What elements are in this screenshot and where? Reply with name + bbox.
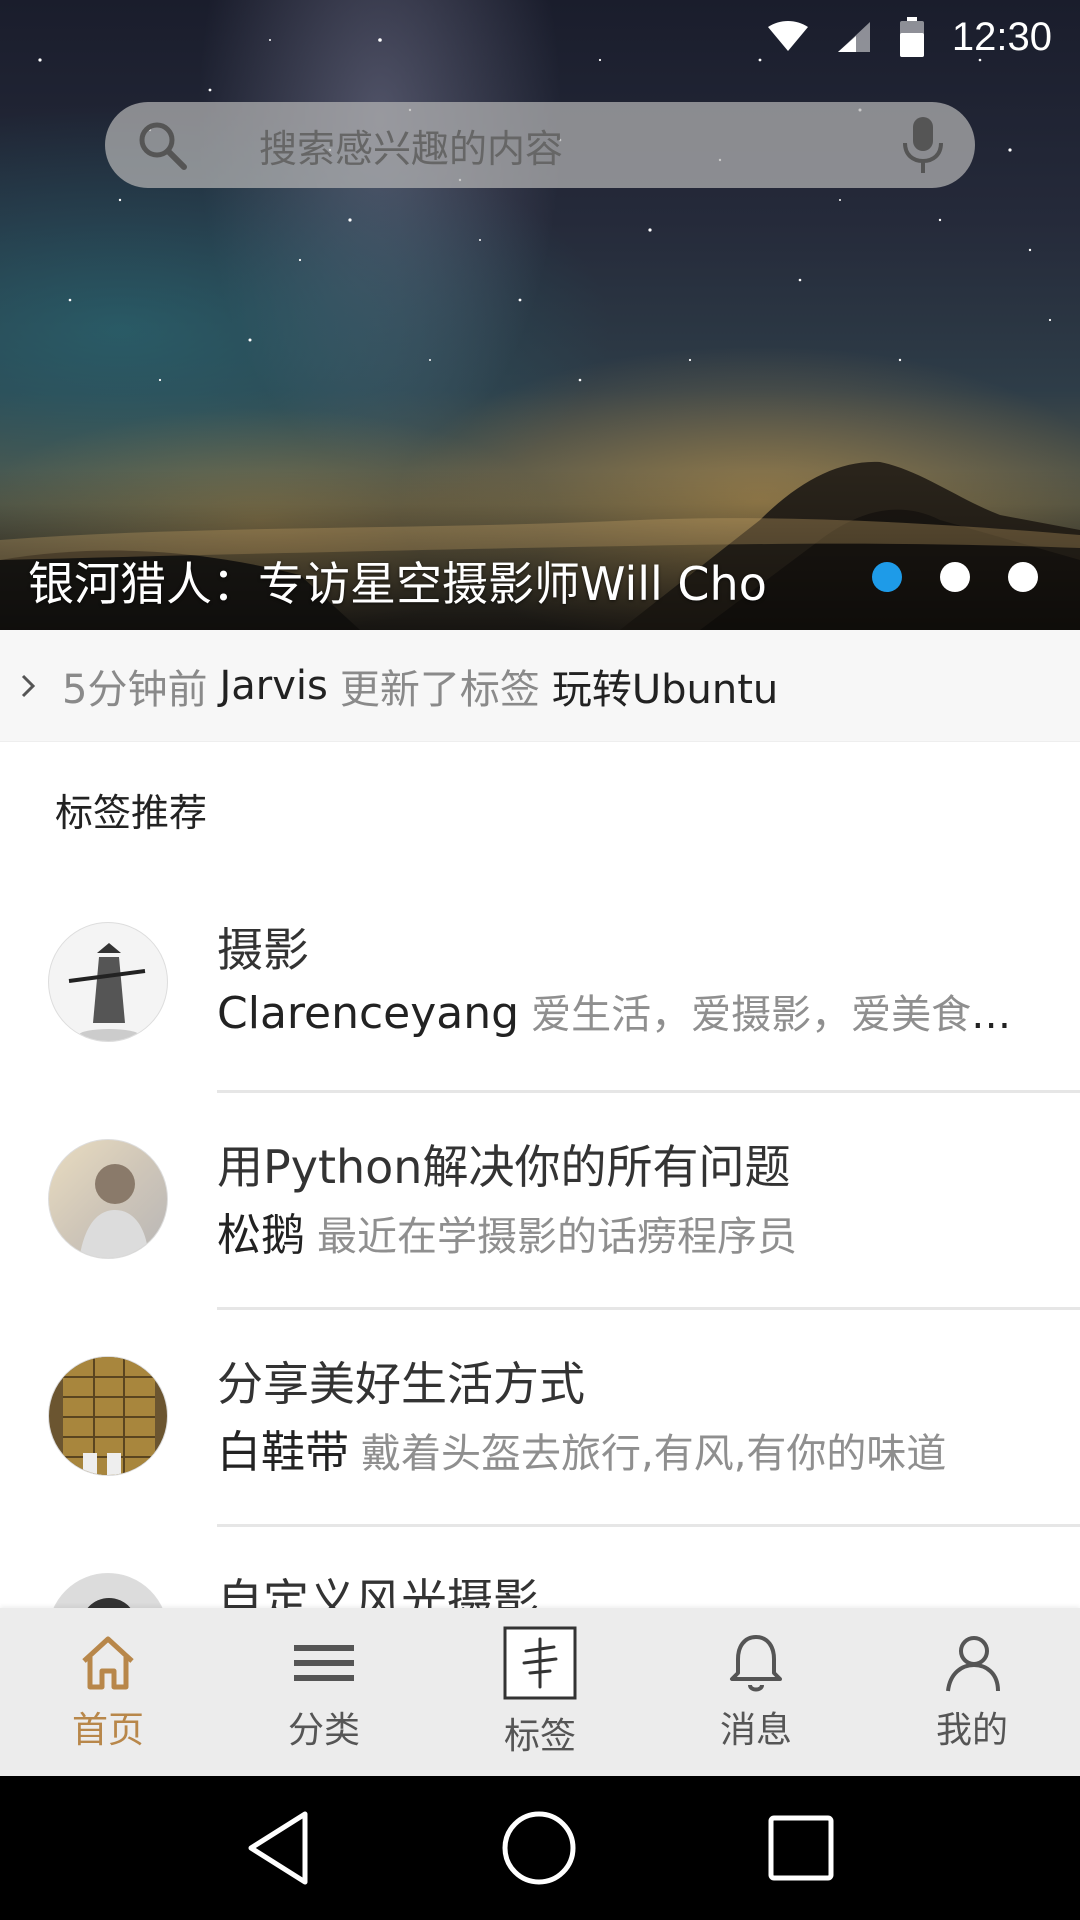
tag-author-bio: 戴着头盔去旅行,有风,有你的味道 xyxy=(361,1431,947,1477)
featured-banner[interactable]: 12:30 搜索感兴趣的内容 银河猎人：专访星空摄影师Will Cho xyxy=(0,0,1080,630)
tag-title: 摄影 xyxy=(217,923,309,977)
divider xyxy=(217,1307,1080,1310)
nav-label: 标签 xyxy=(503,1716,576,1757)
section-title: 标签推荐 xyxy=(55,791,208,835)
carousel-indicator xyxy=(872,562,1038,592)
search-icon xyxy=(139,122,187,170)
chevron-right-icon xyxy=(21,674,36,697)
list-item[interactable]: 用Python解决你的所有问题 松鹅 最近在学摄影的话痨程序员 xyxy=(0,1107,1080,1324)
home-circle-icon[interactable] xyxy=(499,1808,579,1888)
carousel-dot[interactable] xyxy=(872,562,902,592)
bell-icon xyxy=(730,1635,782,1692)
home-icon xyxy=(82,1636,134,1690)
back-icon[interactable] xyxy=(243,1808,313,1888)
divider xyxy=(217,1090,1080,1093)
ticker-time: 5分钟前 xyxy=(62,666,208,713)
nav-label: 首页 xyxy=(71,1710,144,1751)
divider xyxy=(217,1524,1080,1527)
tag-subtitle: 松鹅 最近在学摄影的话痨程序员 xyxy=(217,1199,1047,1263)
nav-messages[interactable]: 消息 xyxy=(648,1608,864,1776)
tag-author: 松鹅 xyxy=(217,1210,305,1261)
search-input[interactable]: 搜索感兴趣的内容 xyxy=(259,118,901,173)
tag-subtitle: Clarenceyang爱生活，爱摄影，爱美食，爱旅行 xyxy=(217,982,1047,1040)
battery-icon xyxy=(899,17,924,57)
tag-title: 分享美好生活方式 xyxy=(217,1357,585,1411)
system-navigation-bar xyxy=(0,1776,1080,1920)
tag-stamp-icon xyxy=(503,1626,577,1700)
tag-title: 用Python解决你的所有问题 xyxy=(217,1140,791,1194)
wifi-icon xyxy=(767,21,808,51)
ticker-user[interactable]: Jarvis xyxy=(219,663,327,709)
search-bar[interactable]: 搜索感兴趣的内容 xyxy=(105,102,975,188)
nav-profile[interactable]: 我的 xyxy=(864,1608,1080,1776)
nav-tags[interactable]: 标签 xyxy=(432,1608,648,1776)
ticker-action: 更新了标签 xyxy=(339,666,540,713)
avatar xyxy=(48,1356,168,1476)
nav-home[interactable]: 首页 xyxy=(0,1608,216,1776)
recents-icon[interactable] xyxy=(765,1812,837,1884)
microphone-icon[interactable] xyxy=(901,115,945,175)
carousel-dot[interactable] xyxy=(1008,562,1038,592)
nav-label: 我的 xyxy=(935,1710,1008,1751)
nav-category[interactable]: 分类 xyxy=(216,1608,432,1776)
avatar xyxy=(48,1139,168,1259)
nav-label: 消息 xyxy=(719,1710,792,1751)
menu-icon xyxy=(294,1645,354,1681)
status-time: 12:30 xyxy=(951,14,1052,59)
avatar xyxy=(48,922,168,1042)
list-item[interactable]: 分享美好生活方式 白鞋带 戴着头盔去旅行,有风,有你的味道 xyxy=(0,1324,1080,1541)
list-item[interactable]: 摄影 Clarenceyang爱生活，爱摄影，爱美食，爱旅行 xyxy=(0,890,1080,1107)
bottom-navigation: 首页 分类 标签 消息 我的 xyxy=(0,1608,1080,1776)
tag-author: 白鞋带 xyxy=(217,1427,349,1478)
tag-author: Clarenceyang xyxy=(217,988,520,1039)
cell-signal-icon xyxy=(837,22,870,52)
banner-caption[interactable]: 银河猎人：专访星空摄影师Will Cho xyxy=(28,548,767,614)
tag-subtitle: 白鞋带 戴着头盔去旅行,有风,有你的味道 xyxy=(217,1416,1047,1480)
tag-author-bio: 最近在学摄影的话痨程序员 xyxy=(317,1214,797,1260)
person-icon xyxy=(946,1636,1000,1692)
activity-ticker[interactable]: 5分钟前 Jarvis 更新了标签 玩转Ubuntu xyxy=(0,630,1080,742)
nav-label: 分类 xyxy=(287,1710,360,1751)
tag-author-bio: 爱生活，爱摄影，爱美食，爱旅行 xyxy=(531,992,1047,1038)
status-bar: 12:30 xyxy=(0,0,1080,74)
ticker-tag[interactable]: 玩转Ubuntu xyxy=(552,657,778,715)
carousel-dot[interactable] xyxy=(940,562,970,592)
